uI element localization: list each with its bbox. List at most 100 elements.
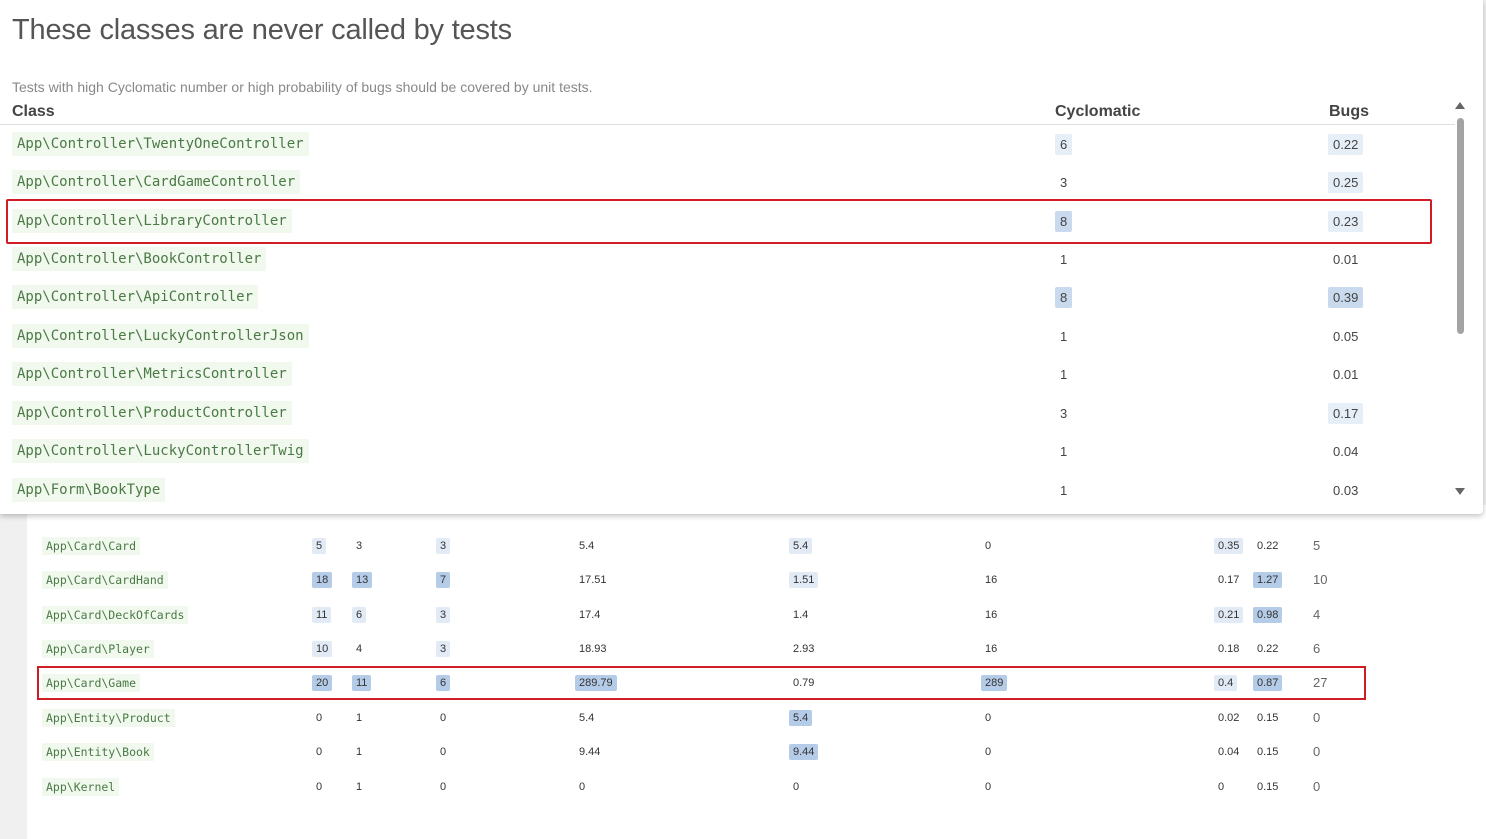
metric-value: 13 <box>352 572 373 588</box>
scroll-up-arrow-icon[interactable] <box>1455 102 1465 109</box>
cyclomatic-value: 1 <box>1060 252 1068 267</box>
bugs-value: 0.25 <box>1328 172 1364 193</box>
table-row[interactable]: App\Controller\LuckyControllerTwig 1 0.04 <box>0 432 1455 470</box>
bugs-value: 0.01 <box>1333 252 1359 267</box>
metrics-row[interactable]: App\Card\Card 5 3 3 5.4 5.4 0 0.35 0.22 5 <box>0 531 1459 561</box>
table-row[interactable]: App\Controller\MetricsController 1 0.01 <box>0 355 1455 393</box>
metrics-class-name: App\Entity\Product <box>42 709 175 727</box>
scrollbar-thumb[interactable] <box>1457 118 1464 334</box>
metrics-row[interactable]: App\Card\CardHand 18 13 7 17.51 1.51 16 0.17 1.2… <box>0 565 1459 595</box>
metric-value: 0 <box>1313 779 1321 794</box>
bugs-value: 0.17 <box>1328 403 1364 424</box>
bugs-value: 0.05 <box>1333 329 1359 344</box>
metric-value: 1 <box>356 712 363 724</box>
cyclomatic-value: 3 <box>1060 175 1068 190</box>
class-name: App\Controller\MetricsController <box>12 362 292 386</box>
cyclomatic-column-header[interactable]: Cyclomatic <box>1055 103 1140 121</box>
metric-value: 18 <box>312 572 333 588</box>
metric-value: 0 <box>440 746 447 758</box>
metric-value: 9.44 <box>579 746 601 758</box>
metric-value: 5.4 <box>789 538 813 554</box>
metric-value: 0.15 <box>1257 781 1279 793</box>
metric-value: 4 <box>1313 607 1321 622</box>
metric-value: 0 <box>985 781 992 793</box>
metric-value: 4 <box>356 643 363 655</box>
metrics-row[interactable]: App\Card\Player 10 4 3 18.93 2.93 16 0.18 0.22 6 <box>0 634 1459 664</box>
metric-value: 0 <box>1218 781 1225 793</box>
metric-value: 7 <box>436 572 451 588</box>
cyclomatic-value: 3 <box>1060 406 1068 421</box>
metric-value: 2.93 <box>793 643 815 655</box>
metric-value: 0.18 <box>1218 643 1240 655</box>
metrics-row[interactable]: App\Card\DeckOfCards 11 6 3 17.4 1.4 16 0.21 0.9… <box>0 600 1459 630</box>
metric-value: 0 <box>985 540 992 552</box>
metric-value: 0 <box>440 781 447 793</box>
metric-value: 16 <box>985 574 998 586</box>
metric-value: 1.51 <box>789 572 819 588</box>
table-row[interactable]: App\Form\BookType 1 0.03 <box>0 471 1455 509</box>
cyclomatic-value: 1 <box>1060 483 1068 498</box>
metric-value: 0 <box>316 781 323 793</box>
metric-value: 5 <box>312 538 327 554</box>
table-row[interactable]: App\Controller\ProductController 3 0.17 <box>0 394 1455 432</box>
metric-value: 16 <box>985 609 998 621</box>
bugs-value: 0.04 <box>1333 444 1359 459</box>
metric-value: 0.21 <box>1214 607 1244 623</box>
metrics-class-name: App\Card\Player <box>42 640 154 658</box>
metric-value: 17.4 <box>579 609 601 621</box>
metric-value: 0 <box>985 712 992 724</box>
metric-value: 0.02 <box>1218 712 1240 724</box>
metric-value: 0 <box>793 781 800 793</box>
metric-value: 5.4 <box>789 710 813 726</box>
cyclomatic-value: 1 <box>1060 329 1068 344</box>
class-name: App\Controller\ProductController <box>12 401 292 425</box>
metric-value: 0.04 <box>1218 746 1240 758</box>
metric-value: 0.22 <box>1257 540 1279 552</box>
table-header: Class Cyclomatic Bugs <box>0 101 1455 125</box>
metric-value: 5.4 <box>579 712 595 724</box>
metric-value: 3 <box>436 538 451 554</box>
modal-title: These classes are never called by tests <box>12 14 512 46</box>
metric-value: 11 <box>312 607 332 623</box>
metric-value: 1 <box>356 746 363 758</box>
metric-value: 0 <box>1313 710 1321 725</box>
metric-value: 6 <box>1313 641 1321 656</box>
metric-value: 18.93 <box>579 643 607 655</box>
table-row[interactable]: App\Controller\ApiController 8 0.39 <box>0 278 1455 316</box>
metric-value: 0 <box>985 746 992 758</box>
bugs-value: 0.22 <box>1328 134 1364 155</box>
bugs-value: 0.01 <box>1333 367 1359 382</box>
library-controller-highlight <box>6 199 1432 244</box>
metric-value: 6 <box>352 607 367 623</box>
metrics-row[interactable]: App\Kernel 0 1 0 0 0 0 0 0.15 0 <box>0 772 1459 802</box>
class-column-header[interactable]: Class <box>12 103 55 121</box>
game-row-highlight <box>37 666 1366 700</box>
table-row[interactable]: App\Controller\CardGameController 3 0.25 <box>0 163 1455 201</box>
scroll-down-arrow-icon[interactable] <box>1455 488 1465 495</box>
metric-value: 5 <box>1313 538 1321 553</box>
class-name: App\Form\BookType <box>12 478 166 502</box>
metrics-row[interactable]: App\Entity\Book 0 1 0 9.44 9.44 0 0.04 0.15 0 <box>0 737 1459 767</box>
bugs-value: 0.03 <box>1333 483 1359 498</box>
metric-value: 10 <box>1313 572 1328 587</box>
cyclomatic-value: 1 <box>1060 444 1068 459</box>
metrics-row[interactable]: App\Entity\Product 0 1 0 5.4 5.4 0 0.02 0.15 0 <box>0 703 1459 733</box>
table-row[interactable]: App\Controller\LuckyControllerJson 1 0.05 <box>0 317 1455 355</box>
metrics-class-name: App\Entity\Book <box>42 743 154 761</box>
metric-value: 0 <box>316 712 323 724</box>
metric-value: 0.22 <box>1257 643 1279 655</box>
bugs-column-header[interactable]: Bugs <box>1329 103 1369 121</box>
table-row[interactable]: App\Controller\BookController 1 0.01 <box>0 240 1455 278</box>
metric-value: 0 <box>1313 744 1321 759</box>
metric-value: 3 <box>356 540 363 552</box>
metric-value: 5.4 <box>579 540 595 552</box>
metric-value: 0.17 <box>1218 574 1240 586</box>
metric-value: 1 <box>356 781 363 793</box>
metric-value: 9.44 <box>789 744 819 760</box>
class-name: App\Controller\LuckyControllerJson <box>12 324 309 348</box>
metric-value: 17.51 <box>579 574 607 586</box>
table-row[interactable]: App\Controller\TwentyOneController 6 0.22 <box>0 125 1455 163</box>
bugs-value: 0.39 <box>1328 287 1364 308</box>
metric-value: 10 <box>312 641 333 657</box>
class-name: App\Controller\BookController <box>12 247 267 271</box>
